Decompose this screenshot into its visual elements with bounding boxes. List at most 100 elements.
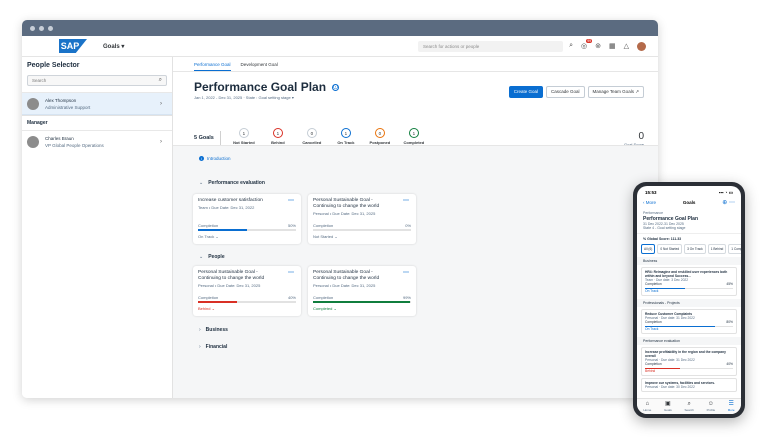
phone-filter-chip[interactable]: 3 On Track [684,243,706,254]
header-actions: Create Goal Cascade Goal Manage Team Goa… [508,86,644,98]
avatar [27,135,39,148]
status-dropdown[interactable]: On Track ⌄ [198,234,219,239]
more-icon[interactable]: ⋯ [288,269,294,276]
app-menu[interactable]: Goals ▾ [103,43,124,50]
phone-group-header: Business [637,256,741,265]
add-icon[interactable]: ⊕ ⋯ [722,199,735,206]
notification-icon[interactable]: ◎ 99 [581,39,593,50]
notification-badge: 99 [586,39,593,43]
section-performance-evaluation[interactable]: ⌄ Performance evaluation [199,180,265,186]
section-title: Financial [205,344,228,350]
person-name: Alex Thompson [45,98,77,103]
shell-search-input[interactable]: Search for actions or people [418,40,563,52]
goal-card[interactable]: Personal Sustainable Goal - Continuing t… [193,266,301,316]
stat-count: 1 [408,128,419,138]
people-selector-title: People Selector [27,62,80,69]
status-dropdown[interactable]: Completed ⌄ [313,306,337,311]
chevron-right-icon: › [160,138,162,145]
create-goal-button[interactable]: Create Goal [508,86,543,98]
back-button[interactable]: ‹ More [643,200,656,205]
phone-goal-card[interactable]: Reduce Customer Complaints Personal · Due… [641,308,737,334]
stat-postponed[interactable]: 0 Postponed [363,128,397,145]
phone-nav-bar: ‹ More Goals ⊕ ⋯ [637,196,741,209]
search-icon[interactable]: ⌕ [159,77,162,84]
stat-count: 1 [272,128,283,138]
stat-behind[interactable]: 1 Behind [261,128,295,145]
phone-completion-row: Completion 45% [645,282,733,286]
help-icon[interactable]: ⊚ [595,42,601,50]
main-content: Performance Goal Development Goal Perfor… [173,57,658,398]
section-financial[interactable]: › Financial [199,344,227,350]
goal-card[interactable]: Increase customer satisfaction Team • Due… [193,194,301,244]
phone-filter-chip[interactable]: 0 Not Started [657,243,683,254]
info-icon[interactable]: ⊙ [332,83,340,91]
tab-performance-goal[interactable]: Performance Goal [194,57,231,71]
stat-on-track[interactable]: 1 On Track [329,128,363,145]
section-business[interactable]: › Business [199,327,228,333]
phone-goal-card[interactable]: Improve our systems, facilities and serv… [641,377,737,392]
goal-score-value: 0 [638,131,644,142]
goal-card[interactable]: Personal Sustainable Goal - Continuing t… [308,266,416,316]
phone-goal-status: On Track [645,326,659,331]
goal-title: Personal Sustainable Goal - Continuing t… [198,270,265,281]
goal-stats: 5 Goals 1 Not Started 1 Behind 0 Cancelled 1 On… [194,123,644,147]
phone-goal-card[interactable]: HR4: Reimagine and reskilled user experi… [641,266,737,296]
grid-icon[interactable]: ▦ [609,42,616,50]
phone-plan-header[interactable]: Performance Performance Goal Plan 31 Dec… [637,209,741,233]
person-item-manager[interactable]: Charles Braun VP Global People Operation… [22,130,172,152]
window-close-dot[interactable] [30,25,35,31]
chevron-right-icon: › [160,100,162,107]
phone-header-state: State 4 - Goal setting stage [643,226,686,230]
section-people[interactable]: ⌄ People [199,254,225,260]
user-avatar[interactable] [637,41,646,51]
page-title: Performance Goal Plan [194,80,327,94]
cascade-goal-button[interactable]: Cascade Goal [545,86,585,98]
completion-label: Completion [198,223,219,228]
bell-icon[interactable]: △ [624,42,629,50]
progress-fill [198,301,238,303]
introduction-link[interactable]: i Introduction [199,156,231,161]
person-item-selected[interactable]: Alex Thompson Administrative Support › [22,92,172,115]
chevron-down-icon: ⌄ [199,180,204,186]
phone-filter-chip[interactable]: All (6) [641,243,656,254]
phone-filter-chip[interactable]: 1 Comp [728,243,741,254]
sap-logo[interactable]: SAP [59,39,87,53]
more-icon[interactable]: ⋯ [288,197,294,204]
phone-completion-label: Completion [645,281,662,286]
phone-completion-percent: 80% [726,319,733,324]
goal-card[interactable]: Personal Sustainable Goal - Continuing t… [308,194,416,244]
phone-filter-chip[interactable]: 1 Behind [707,243,727,254]
manage-team-goals-button[interactable]: Manage Team Goals ↗ [587,86,644,98]
completion-label: Completion [313,223,334,228]
goal-subtitle: Personal • Due Date: Dec 31, 2025 [313,211,376,216]
more-icon[interactable]: ⋯ [403,269,409,276]
people-search-input[interactable]: Search ⌕ [27,75,167,86]
signal-icon: ▪▪▪ ◔ ▭ [718,190,733,195]
tab-development-goal[interactable]: Development Goal [241,57,278,71]
section-title: People [208,254,225,260]
phone-tab-profile[interactable]: ☺ Profile [707,401,716,412]
mobile-phone: 15:53 ▪▪▪ ◔ ▭ ‹ More Goals ⊕ ⋯ Performan… [633,182,745,418]
more-icon[interactable]: ⋯ [403,197,409,204]
phone-tab-more[interactable]: ☰ More [728,401,735,412]
chevron-down-icon: ⌄ [199,254,204,260]
stat-not-started[interactable]: 1 Not Started [227,128,261,145]
goal-subtitle: Personal • Due Date: Dec 31, 2025 [313,283,376,288]
phone-tab-home[interactable]: ⌂ Home [643,401,651,412]
window-maximize-dot[interactable] [48,25,53,31]
stat-completed[interactable]: 1 Completed [397,128,431,145]
phone-tab-profile-icon: ☺ [707,401,714,407]
phone-goal-status: On Track [645,288,659,293]
goals-count[interactable]: 5 Goals [194,131,221,145]
people-search-placeholder: Search [32,78,47,83]
phone-tab-search[interactable]: ⌕ Search [684,401,694,412]
search-icon[interactable]: ⌕ [569,42,573,50]
phone-tab-goals[interactable]: ▣ Goals [664,401,672,412]
status-dropdown[interactable]: Behind ⌄ [198,306,215,311]
phone-goal-card[interactable]: Increase profitability in the region and… [641,346,737,376]
chevron-right-icon: › [199,344,201,350]
window-minimize-dot[interactable] [39,25,44,31]
status-dropdown[interactable]: Not Started ⌄ [313,234,338,239]
stat-cancelled[interactable]: 0 Cancelled [295,128,329,145]
phone-completion-row: Completion 40% [645,362,733,366]
